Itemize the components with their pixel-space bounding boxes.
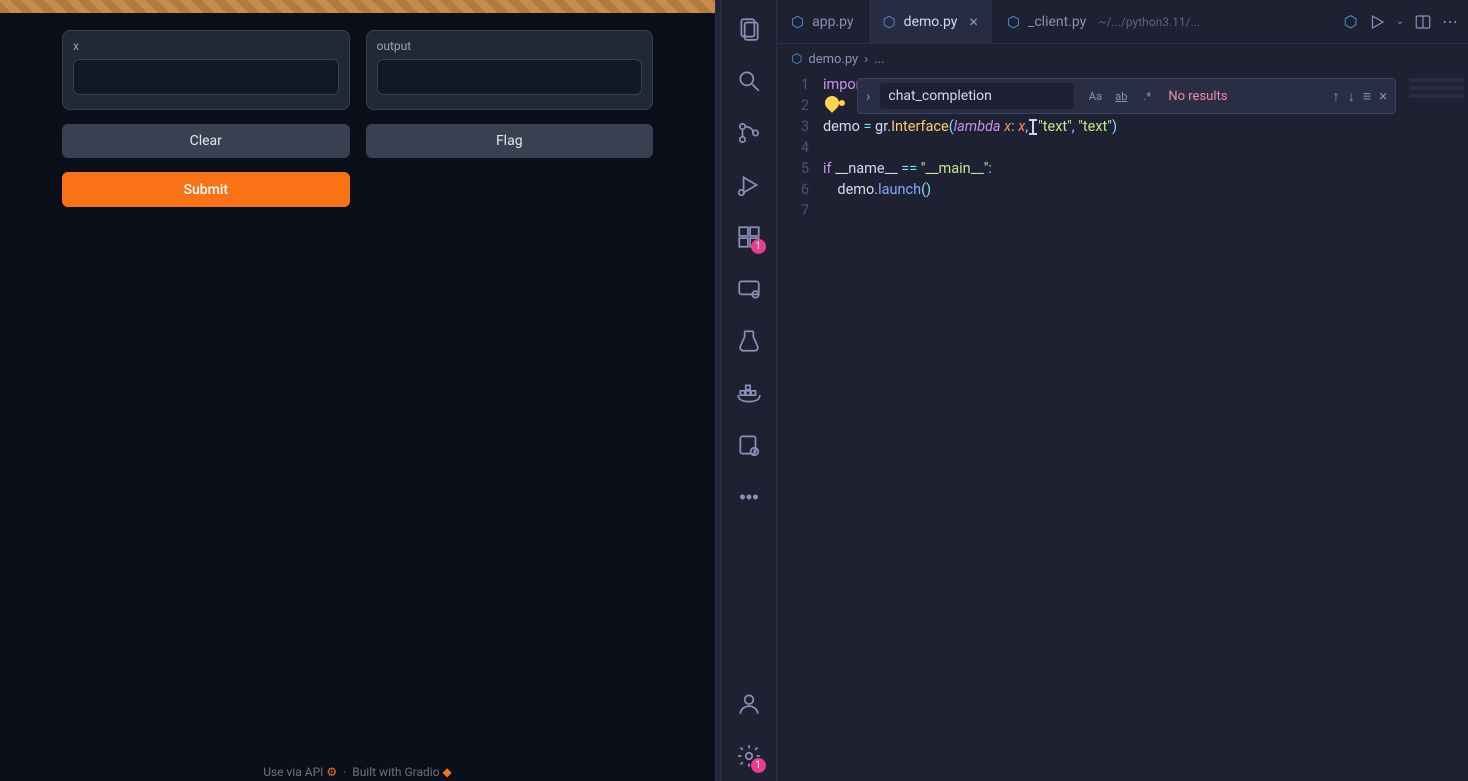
find-input[interactable] — [880, 83, 1074, 109]
python-icon: ⬡ — [1007, 13, 1020, 31]
settings-badge: 1 — [751, 758, 766, 773]
extensions-badge: 1 — [751, 239, 766, 254]
line-number: 5 — [777, 158, 823, 179]
find-expand-icon[interactable]: › — [866, 86, 870, 107]
gradio-footer: Use via API ⚙ · Built with Gradio ◆ — [0, 765, 715, 779]
search-icon[interactable] — [734, 66, 764, 96]
remote-icon[interactable] — [734, 274, 764, 304]
code-line[interactable]: 4 — [777, 137, 1468, 158]
line-number: 7 — [777, 200, 823, 221]
clear-button[interactable]: Clear — [62, 124, 350, 158]
settings-icon[interactable]: 1 — [734, 741, 764, 771]
regex-toggle[interactable]: .* — [1136, 85, 1158, 107]
docker-icon[interactable] — [734, 378, 764, 408]
code-line[interactable]: 7 — [777, 200, 1468, 221]
match-case-toggle[interactable]: Aa — [1084, 85, 1106, 107]
output-label: output — [377, 39, 643, 53]
find-results: No results — [1168, 86, 1227, 107]
source-control-icon[interactable] — [734, 118, 764, 148]
text-cursor-icon — [1028, 119, 1038, 135]
find-close-icon[interactable]: × — [1379, 86, 1387, 107]
tab-label: _client.py — [1028, 14, 1086, 30]
lightbulb-icon[interactable] — [822, 93, 842, 113]
flag-button[interactable]: Flag — [366, 124, 654, 158]
code-content[interactable] — [823, 137, 1468, 158]
line-number: 4 — [777, 137, 823, 158]
gradio-icon: ◆ — [443, 765, 452, 779]
accounts-icon[interactable] — [734, 689, 764, 719]
split-editor-icon[interactable] — [1414, 13, 1432, 31]
explorer-icon[interactable] — [734, 14, 764, 44]
code-content[interactable]: demo = gr.Interface(lambda x: x,"text", … — [823, 116, 1468, 137]
extensions-icon[interactable]: 1 — [734, 222, 764, 252]
find-next-icon[interactable]: ↓ — [1348, 86, 1355, 107]
input-label: x — [73, 39, 339, 53]
code-content[interactable] — [823, 200, 1468, 221]
settings-sync-icon[interactable] — [734, 430, 764, 460]
code-line[interactable]: 5if __name__ == "__main__": — [777, 158, 1468, 179]
tab-bar: ⬡ app.py ⬡ demo.py × ⬡ _client.py ~/.../pytho… — [777, 0, 1468, 44]
find-prev-icon[interactable]: ↑ — [1332, 86, 1339, 107]
line-number: 2 — [777, 95, 823, 116]
more-icon[interactable] — [734, 482, 764, 512]
footer-api-link[interactable]: Use via API — [263, 765, 323, 779]
tab-demo[interactable]: ⬡ demo.py × — [869, 0, 993, 43]
tab-app[interactable]: ⬡ app.py — [777, 0, 869, 43]
gradio-top-border — [0, 0, 715, 13]
gradio-app: x output Clear Flag Submit Use via API ⚙… — [0, 0, 715, 781]
breadcrumb-file: demo.py — [808, 52, 858, 67]
footer-built-link[interactable]: Built with Gradio — [352, 765, 439, 779]
line-number: 3 — [777, 116, 823, 137]
line-number: 6 — [777, 179, 823, 200]
breadcrumb[interactable]: ⬡ demo.py › ... — [777, 44, 1468, 74]
output-textbox[interactable] — [377, 59, 643, 95]
run-debug-icon[interactable] — [734, 170, 764, 200]
python-icon: ⬡ — [791, 13, 804, 31]
language-icon[interactable]: ⬡ — [1344, 12, 1358, 31]
tab-path: ~/.../python3.11/... — [1098, 15, 1200, 29]
code-editor[interactable]: › Aa ab .* No results ↑ ↓ ≡ × — [777, 74, 1468, 781]
python-icon: ⬡ — [791, 52, 802, 67]
code-line[interactable]: 3demo = gr.Interface(lambda x: x,"text",… — [777, 116, 1468, 137]
code-content[interactable]: demo.launch() — [823, 179, 1468, 200]
tab-client[interactable]: ⬡ _client.py ~/.../python3.11/... — [993, 0, 1215, 43]
api-icon: ⚙ — [326, 765, 340, 779]
output-card: output — [366, 30, 654, 110]
code-content[interactable]: if __name__ == "__main__": — [823, 158, 1468, 179]
whole-word-toggle[interactable]: ab — [1110, 85, 1132, 107]
more-actions-icon[interactable]: ⋯ — [1442, 12, 1458, 31]
testing-icon[interactable] — [734, 326, 764, 356]
run-icon[interactable] — [1368, 13, 1386, 31]
submit-button[interactable]: Submit — [62, 172, 350, 207]
activity-bar: 1 1 — [721, 0, 777, 781]
vscode-window: 1 1 ⬡ app.py ⬡ demo.py × ⬡ _client.py ~/.../p… — [721, 0, 1468, 781]
breadcrumb-rest: ... — [874, 52, 884, 67]
input-textbox[interactable] — [73, 59, 339, 95]
line-number: 1 — [777, 74, 823, 95]
chevron-right-icon: › — [864, 52, 868, 67]
tab-label: app.py — [812, 14, 853, 30]
close-icon[interactable]: × — [969, 12, 978, 31]
run-dropdown-icon[interactable]: ⌄ — [1396, 16, 1404, 27]
find-selection-icon[interactable]: ≡ — [1363, 86, 1371, 107]
python-icon: ⬡ — [883, 13, 896, 31]
find-widget: › Aa ab .* No results ↑ ↓ ≡ × — [857, 78, 1396, 114]
code-line[interactable]: 6 demo.launch() — [777, 179, 1468, 200]
input-card: x — [62, 30, 350, 110]
tab-label: demo.py — [904, 14, 958, 30]
